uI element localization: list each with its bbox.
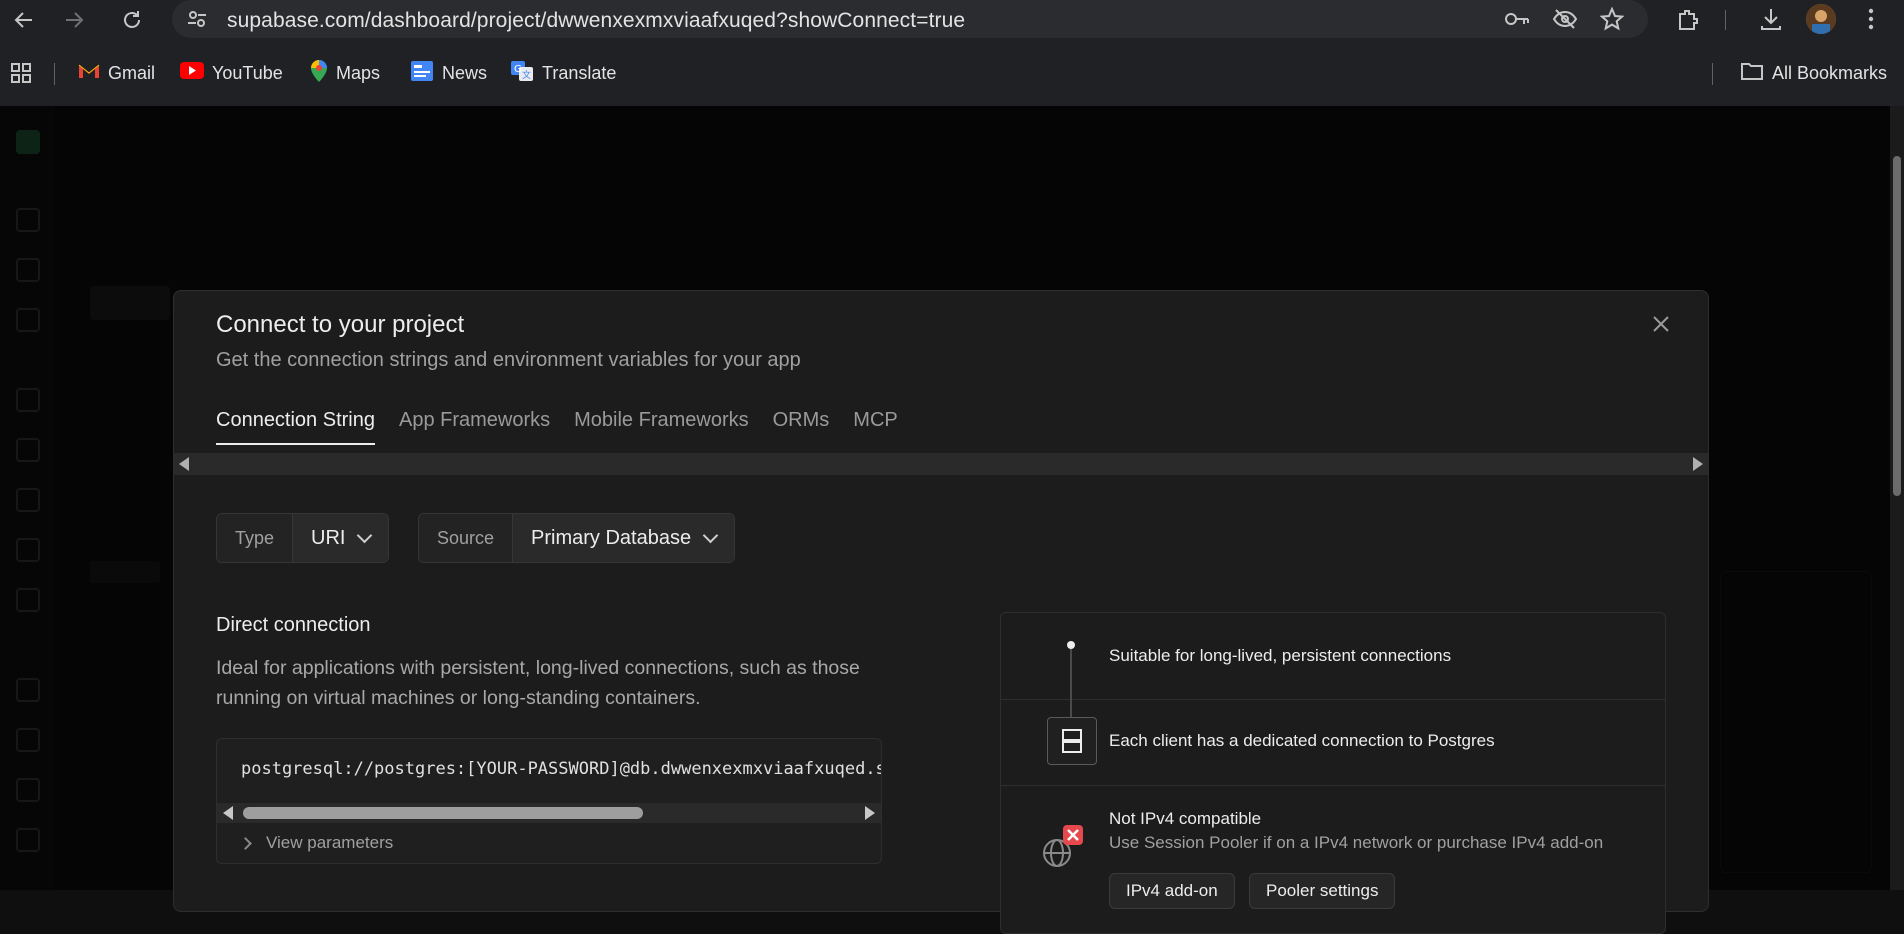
gmail-icon	[78, 63, 100, 84]
site-info-icon[interactable]	[186, 8, 208, 30]
bookmark-maps[interactable]: Maps	[310, 59, 380, 87]
bookmark-label: News	[442, 62, 488, 83]
chevron-down-icon	[357, 527, 373, 544]
tab-orms[interactable]: ORMs	[773, 409, 830, 445]
page-scrollbar[interactable]	[1890, 106, 1904, 890]
source-value: Primary Database	[531, 526, 692, 549]
chevron-right-icon	[239, 836, 252, 850]
bookmark-label: YouTube	[212, 62, 283, 83]
folder-icon	[1740, 61, 1764, 86]
maps-icon	[310, 59, 328, 88]
bookmark-label: Maps	[336, 62, 381, 83]
scroll-left-arrow-icon[interactable]	[223, 806, 233, 820]
type-dropdown[interactable]: URI	[293, 514, 389, 562]
view-parameters-label: View parameters	[266, 833, 394, 852]
tabs-scrollbar[interactable]	[174, 453, 1708, 475]
news-icon	[410, 60, 434, 87]
download-icon[interactable]	[1758, 6, 1784, 32]
tab-mcp[interactable]: MCP	[853, 409, 897, 445]
bookmarks-bar: Gmail YouTube Maps News G文 Translate All…	[0, 40, 1904, 107]
timeline-line	[1070, 699, 1072, 717]
source-selector[interactable]: Source Primary Database	[418, 513, 736, 563]
bookmarks-divider	[54, 63, 55, 85]
connection-string-box[interactable]: postgresql://postgres:[YOUR-PASSWORD]@db…	[216, 738, 882, 864]
url-text[interactable]: supabase.com/dashboard/project/dwwenxexm…	[227, 9, 965, 33]
bookmark-label: Gmail	[108, 62, 156, 83]
connection-info-panel: Suitable for long-lived, persistent conn…	[1000, 612, 1666, 934]
dialog-title: Connect to your project	[216, 311, 465, 338]
browser-toolbar: supabase.com/dashboard/project/dwwenxexm…	[0, 0, 1904, 40]
bookmark-gmail[interactable]: Gmail	[78, 59, 155, 87]
translate-icon: G文	[510, 60, 534, 87]
timeline-dot-icon	[1067, 641, 1075, 649]
scroll-right-arrow-icon[interactable]	[1693, 457, 1703, 471]
source-label: Source	[419, 514, 514, 562]
type-selector[interactable]: Type URI	[216, 513, 390, 563]
extensions-icon[interactable]	[1676, 8, 1700, 32]
code-scrollbar[interactable]	[217, 803, 881, 823]
type-value: URI	[311, 526, 346, 549]
type-label: Type	[217, 514, 294, 562]
info-row-dedicated: Each client has a dedicated connection t…	[1001, 699, 1665, 786]
toolbar-divider	[1725, 10, 1726, 30]
svg-text:G: G	[514, 64, 522, 75]
pooler-settings-button[interactable]: Pooler settings	[1249, 873, 1396, 909]
all-bookmarks[interactable]: All Bookmarks	[1740, 59, 1887, 87]
info-row-persistent: Suitable for long-lived, persistent conn…	[1001, 613, 1665, 700]
connect-dialog: Connect to your project Get the connecti…	[173, 290, 1709, 934]
source-dropdown[interactable]: Primary Database	[513, 514, 735, 562]
forward-icon[interactable]	[58, 4, 90, 36]
star-icon[interactable]	[1600, 7, 1624, 31]
all-bookmarks-label: All Bookmarks	[1772, 62, 1888, 83]
scroll-right-arrow-icon[interactable]	[865, 806, 875, 820]
bookmark-translate[interactable]: G文 Translate	[510, 59, 616, 87]
view-parameters-toggle[interactable]: View parameters	[239, 833, 394, 853]
page-scrollbar-thumb[interactable]	[1893, 156, 1901, 496]
tab-connection-string[interactable]: Connection String	[216, 409, 375, 445]
tab-app-frameworks[interactable]: App Frameworks	[399, 409, 550, 445]
code-scrollbar-thumb[interactable]	[243, 807, 643, 819]
info-row-ipv4: Not IPv4 compatible Use Session Pooler i…	[1001, 785, 1665, 933]
bookmark-news[interactable]: News	[410, 59, 487, 87]
youtube-icon	[180, 62, 204, 84]
info-dedicated: Each client has a dedicated connection t…	[1109, 731, 1495, 750]
password-key-icon[interactable]	[1504, 8, 1530, 30]
address-bar[interactable]: supabase.com/dashboard/project/dwwenxexm…	[172, 0, 1648, 38]
bookmark-label: Translate	[542, 62, 617, 83]
info-persistent: Suitable for long-lived, persistent conn…	[1109, 646, 1452, 665]
timeline-line	[1070, 649, 1072, 699]
dialog-subtitle: Get the connection strings and environme…	[216, 349, 801, 371]
direct-connection-description: Ideal for applications with persistent, …	[216, 657, 860, 709]
reload-icon[interactable]	[116, 4, 148, 36]
back-icon[interactable]	[8, 4, 40, 36]
bookmarks-divider-right	[1712, 63, 1713, 85]
connect-tabs: Connection String App Frameworks Mobile …	[216, 409, 898, 445]
profile-avatar[interactable]	[1806, 4, 1836, 34]
bookmark-youtube[interactable]: YouTube	[180, 59, 283, 87]
scroll-left-arrow-icon[interactable]	[179, 457, 189, 471]
ipv4-description: Use Session Pooler if on a IPv4 network …	[1109, 833, 1604, 852]
direct-connection-title: Direct connection	[216, 614, 371, 636]
apps-grid-icon[interactable]	[10, 62, 32, 84]
ipv4-addon-button[interactable]: IPv4 add-on	[1109, 873, 1235, 909]
eye-off-icon[interactable]	[1552, 8, 1578, 30]
more-menu-icon[interactable]	[1866, 6, 1876, 32]
svg-text:文: 文	[522, 69, 531, 81]
tab-mobile-frameworks[interactable]: Mobile Frameworks	[574, 409, 748, 445]
globe-icon	[1035, 821, 1085, 871]
ipv4-title: Not IPv4 compatible	[1109, 809, 1262, 828]
server-icon	[1047, 717, 1097, 765]
chevron-down-icon	[702, 527, 719, 544]
connection-string[interactable]: postgresql://postgres:[YOUR-PASSWORD]@db…	[241, 759, 881, 779]
close-icon[interactable]	[1652, 315, 1672, 335]
